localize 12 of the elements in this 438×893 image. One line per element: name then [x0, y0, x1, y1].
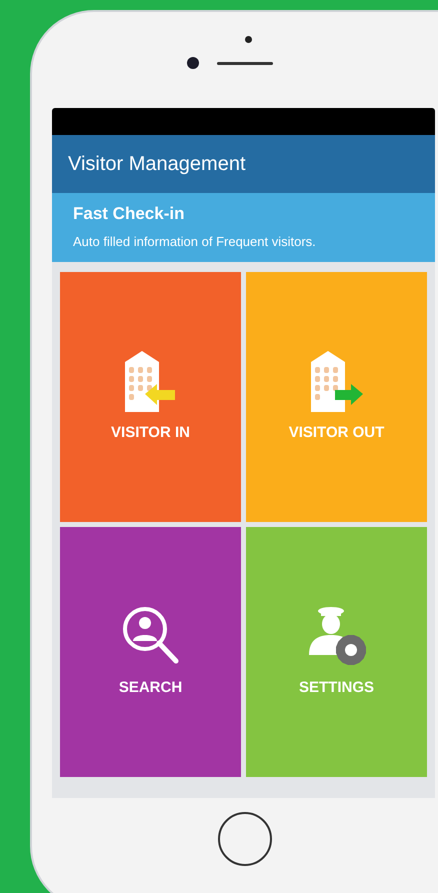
- menu-tile[interactable]: SETTINGS: [246, 527, 427, 777]
- menu-tile[interactable]: VISITOR OUT: [246, 272, 427, 522]
- camera-lens: [187, 57, 199, 69]
- banner-title: Fast Check-in: [73, 204, 186, 224]
- app-title: Visitor Management: [68, 152, 246, 177]
- menu-tile[interactable]: SEARCH: [60, 527, 241, 777]
- building-arrow-out-icon: [308, 350, 364, 412]
- home-button[interactable]: [218, 812, 272, 866]
- fast-checkin-banner[interactable]: Fast Check-in Auto filled information of Frequent visitors.: [52, 193, 435, 262]
- speaker-grille: [217, 62, 273, 64]
- menu-tile[interactable]: VISITOR IN: [60, 272, 241, 522]
- banner-subtitle: Auto filled information of Frequent visitors.: [73, 234, 317, 250]
